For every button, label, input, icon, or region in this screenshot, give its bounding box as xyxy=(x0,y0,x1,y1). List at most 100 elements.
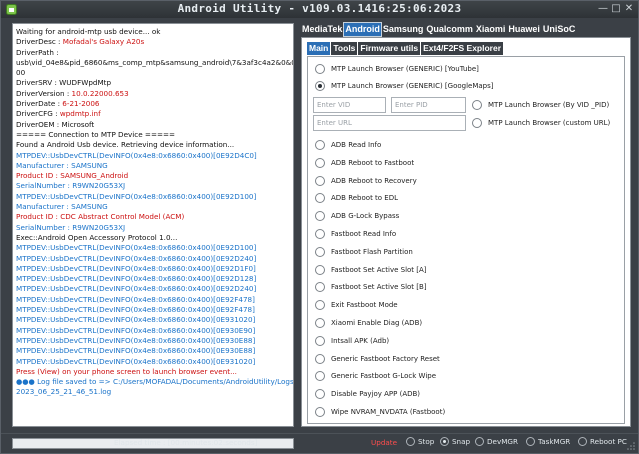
fastboot-set-active-slot-b-option[interactable]: Fastboot Set Active Slot [B] xyxy=(315,281,427,293)
log-line: DriverDate : 6-21-2006 xyxy=(16,99,290,109)
stop-option[interactable]: Stop xyxy=(403,437,434,446)
log-key: DriverDate : xyxy=(16,99,63,109)
log-line: DriverDesc : Mofadal's Galaxy A20s xyxy=(16,37,290,47)
log-value: Mofadal's Galaxy A20s xyxy=(62,37,145,47)
tab-mediatek[interactable]: MediaTek xyxy=(301,23,343,36)
tab-main[interactable]: Main xyxy=(307,42,331,55)
tab-ext4-f2fs-explorer[interactable]: Ext4/F2FS Explorer xyxy=(421,42,504,55)
vid-field[interactable]: Enter VID xyxy=(313,97,386,113)
fastboot-set-active-slot-a-radio[interactable] xyxy=(315,265,325,275)
log-line: MTPDEV::UsbDevCTRL(DevINFO(0x4e8:0x6860:… xyxy=(16,243,257,253)
tab-qualcomm[interactable]: Qualcomm xyxy=(425,23,474,36)
log-line: ●●● Log file saved to => C:/Users/MOFADA… xyxy=(16,377,294,387)
fastboot-flash-partition-option[interactable]: Fastboot Flash Partition xyxy=(315,246,413,258)
taskmgr-radio[interactable] xyxy=(526,437,535,446)
devmgr-radio[interactable] xyxy=(475,437,484,446)
minimize-icon[interactable]: — xyxy=(597,3,609,15)
android-tab-panel: Main Tools Firmware utils Ext4/F2FS Explore… xyxy=(301,37,631,427)
maximize-icon[interactable]: □ xyxy=(610,3,622,15)
log-line: Product ID : CDC Abstract Control Model … xyxy=(16,212,185,222)
adb-reboot-to-recovery-radio[interactable] xyxy=(315,176,325,186)
log-panel[interactable]: Waiting for android-mtp usb device... ok… xyxy=(12,23,294,427)
launch-custom-url-option[interactable]: MTP Launch Browser (custom URL) xyxy=(472,117,610,129)
reboot-pc-radio[interactable] xyxy=(578,437,587,446)
platform-tabs: MediaTek Android Samsung Qualcomm Xiaomi Huaw… xyxy=(301,22,577,37)
xiaomi-enable-diag-adb-option[interactable]: Xiaomi Enable Diag (ADB) xyxy=(315,317,422,329)
tab-tools[interactable]: Tools xyxy=(331,42,358,55)
disable-payjoy-app-adb-option[interactable]: Disable Payjoy APP (ADB) xyxy=(315,388,420,400)
log-key: DriverVersion : xyxy=(16,88,72,98)
adb-g-lock-bypass-option[interactable]: ADB G-Lock Bypass xyxy=(315,210,399,222)
launch-by-vid-pid-radio[interactable] xyxy=(472,100,482,110)
intsall-apk-adb-radio[interactable] xyxy=(315,336,325,346)
adb-read-info-label: ADB Read Info xyxy=(331,141,382,149)
resize-grip-icon[interactable] xyxy=(627,442,635,450)
fastboot-set-active-slot-a-option[interactable]: Fastboot Set Active Slot [A] xyxy=(315,264,427,276)
taskmgr-label: TaskMGR xyxy=(538,437,571,446)
fastboot-set-active-slot-b-label: Fastboot Set Active Slot [B] xyxy=(331,283,427,291)
snap-radio[interactable] xyxy=(440,437,449,446)
intsall-apk-adb-option[interactable]: Intsall APK (Adb) xyxy=(315,335,389,347)
exit-fastboot-mode-option[interactable]: Exit Fastboot Mode xyxy=(315,299,398,311)
xiaomi-enable-diag-adb-label: Xiaomi Enable Diag (ADB) xyxy=(331,319,423,327)
wipe-nvram-nvdata-fastboot-radio[interactable] xyxy=(315,407,325,417)
log-value: 10.0.22000.653 xyxy=(71,88,129,98)
disable-payjoy-app-adb-radio[interactable] xyxy=(315,389,325,399)
fastboot-read-info-radio[interactable] xyxy=(315,229,325,239)
log-line: SerialNumber : R9WN20G53XJ xyxy=(16,222,126,232)
adb-g-lock-bypass-radio[interactable] xyxy=(315,211,325,221)
adb-read-info-radio[interactable] xyxy=(315,140,325,150)
adb-read-info-option[interactable]: ADB Read Info xyxy=(315,139,381,151)
adb-reboot-to-edl-radio[interactable] xyxy=(315,193,325,203)
log-line: MTPDEV::UsbDevCTRL(DevINFO(0x4e8:0x6860:… xyxy=(16,356,256,366)
adb-reboot-to-recovery-label: ADB Reboot to Recovery xyxy=(331,177,417,185)
launch-youtube-option[interactable]: MTP Launch Browser (GENERIC) [YouTube] xyxy=(315,63,479,75)
exit-fastboot-mode-radio[interactable] xyxy=(315,300,325,310)
log-line: Product ID : SAMSUNG_Android xyxy=(16,171,129,181)
generic-fastboot-factory-reset-radio[interactable] xyxy=(315,354,325,364)
tab-samsung[interactable]: Samsung xyxy=(382,23,425,36)
tab-huawei[interactable]: Huawei xyxy=(507,23,541,36)
tab-firmware-utils[interactable]: Firmware utils xyxy=(358,42,421,55)
fastboot-flash-partition-radio[interactable] xyxy=(315,247,325,257)
log-key: DriverCFG : xyxy=(16,109,60,119)
url-field[interactable]: Enter URL xyxy=(313,115,466,131)
generic-fastboot-factory-reset-option[interactable]: Generic Fastboot Factory Reset xyxy=(315,353,440,365)
pid-field[interactable]: Enter PID xyxy=(391,97,466,113)
title-bar[interactable]: Android Utility - v109.03.1416:25:06:202… xyxy=(1,1,638,18)
log-line: MTPDEV::UsbDevCTRL(DevINFO(0x4e8:0x6860:… xyxy=(16,263,256,273)
adb-reboot-to-fastboot-label: ADB Reboot to Fastboot xyxy=(331,159,415,167)
log-line: ===== Connection to MTP Device ===== xyxy=(16,129,176,139)
log-line: DriverVersion : 10.0.22000.653 xyxy=(16,89,290,99)
adb-reboot-to-recovery-option[interactable]: ADB Reboot to Recovery xyxy=(315,175,417,187)
tab-unisoc[interactable]: UniSoC xyxy=(542,23,577,36)
launch-maps-radio[interactable] xyxy=(315,81,325,91)
devmgr-option[interactable]: DevMGR xyxy=(472,437,518,446)
generic-fastboot-g-lock-wipe-radio[interactable] xyxy=(315,371,325,381)
log-line: MTPDEV::UsbDevCTRL(DevINFO(0x4e8:0x6860:… xyxy=(16,346,256,356)
android-sub-tabs: Main Tools Firmware utils Ext4/F2FS Explore… xyxy=(307,42,504,55)
launch-by-vid-pid-option[interactable]: MTP Launch Browser (By VID _PID) xyxy=(472,99,609,111)
fastboot-read-info-option[interactable]: Fastboot Read Info xyxy=(315,228,396,240)
adb-reboot-to-fastboot-radio[interactable] xyxy=(315,158,325,168)
stop-radio[interactable] xyxy=(406,437,415,446)
close-icon[interactable]: ✕ xyxy=(623,3,635,15)
taskmgr-option[interactable]: TaskMGR xyxy=(523,437,570,446)
update-link[interactable]: Update xyxy=(371,438,397,447)
tab-xiaomi[interactable]: Xiaomi xyxy=(475,23,507,36)
adb-reboot-to-fastboot-option[interactable]: ADB Reboot to Fastboot xyxy=(315,157,414,169)
launch-custom-url-radio[interactable] xyxy=(472,118,482,128)
log-line: Manufacturer : SAMSUNG xyxy=(16,202,108,212)
launch-maps-option[interactable]: MTP Launch Browser (GENERIC) [GoogleMaps… xyxy=(315,80,494,92)
fastboot-set-active-slot-b-radio[interactable] xyxy=(315,282,325,292)
wipe-nvram-nvdata-fastboot-option[interactable]: Wipe NVRAM_NVDATA (Fastboot) xyxy=(315,406,445,418)
generic-fastboot-g-lock-wipe-option[interactable]: Generic Fastboot G-Lock Wipe xyxy=(315,370,436,382)
launch-youtube-radio[interactable] xyxy=(315,64,325,74)
snap-option[interactable]: Snap xyxy=(437,437,470,446)
tab-android[interactable]: Android xyxy=(343,22,382,37)
log-line: MTPDEV::UsbDevCTRL(DevINFO(0x4e8:0x6860:… xyxy=(16,294,255,304)
log-value: wpdmtp.inf xyxy=(59,109,101,119)
adb-reboot-to-edl-option[interactable]: ADB Reboot to EDL xyxy=(315,192,398,204)
reboot-pc-option[interactable]: Reboot PC xyxy=(575,437,627,446)
xiaomi-enable-diag-adb-radio[interactable] xyxy=(315,318,325,328)
